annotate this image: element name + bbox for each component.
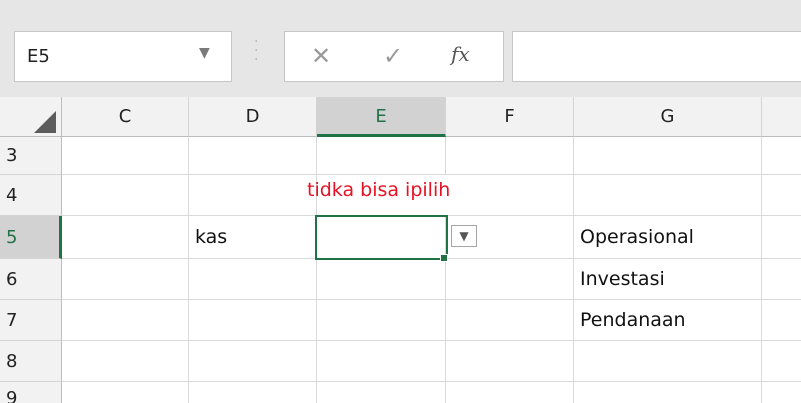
column-header-c[interactable]: C [62, 97, 189, 137]
cell-h7[interactable] [762, 300, 801, 341]
cell-g3[interactable] [574, 137, 762, 175]
cell-g6-text: Investasi [580, 268, 665, 290]
cell-e9[interactable] [317, 382, 446, 403]
column-header-e[interactable]: E [317, 97, 446, 137]
cell-d9[interactable] [189, 382, 317, 403]
cell-c9[interactable] [62, 382, 189, 403]
cell-d6[interactable] [189, 259, 317, 300]
select-all-icon [34, 111, 56, 133]
cell-h3[interactable] [762, 137, 801, 175]
cell-f6[interactable] [446, 259, 574, 300]
cell-g4[interactable] [574, 175, 762, 216]
formula-input[interactable] [512, 31, 801, 82]
cell-c6[interactable] [62, 259, 189, 300]
row-header-5[interactable]: 5 [0, 216, 62, 259]
row-header-6[interactable]: 6 [0, 259, 62, 300]
cell-c8[interactable] [62, 341, 189, 382]
cell-g7-text: Pendanaan [580, 309, 686, 331]
row-header-8[interactable]: 8 [0, 341, 62, 382]
cell-e3[interactable] [317, 137, 446, 175]
cell-c3[interactable] [62, 137, 189, 175]
cell-g5-text: Operasional [580, 226, 694, 248]
cell-h8[interactable] [762, 341, 801, 382]
caret-down-icon: ▼ [459, 229, 469, 243]
name-box-value: E5 [27, 46, 50, 67]
row-header-7[interactable]: 7 [0, 300, 62, 341]
cell-f9[interactable] [446, 382, 574, 403]
cell-e6[interactable] [317, 259, 446, 300]
cell-g6[interactable]: Investasi [574, 259, 762, 300]
formula-function-buttons: ✕ ✓ fx [284, 31, 504, 82]
row-header-4[interactable]: 4 [0, 175, 62, 216]
cell-g7[interactable]: Pendanaan [574, 300, 762, 341]
column-header-f[interactable]: F [446, 97, 574, 137]
column-header-g[interactable]: G [574, 97, 762, 137]
row-header-9[interactable]: 9 [0, 382, 62, 403]
cell-c7[interactable] [62, 300, 189, 341]
cell-c5[interactable] [62, 216, 189, 259]
cell-f8[interactable] [446, 341, 574, 382]
cell-h6[interactable] [762, 259, 801, 300]
name-box[interactable]: E5 ▼ [14, 31, 232, 82]
cell-f4[interactable] [446, 175, 574, 216]
cell-f3[interactable] [446, 137, 574, 175]
active-cell-selection[interactable] [315, 215, 448, 260]
insert-function-icon[interactable]: fx [451, 42, 470, 66]
cell-f7[interactable] [446, 300, 574, 341]
cell-d5-text: kas [195, 226, 228, 248]
cell-d3[interactable] [189, 137, 317, 175]
checkmark-icon[interactable]: ✓ [383, 42, 403, 70]
cell-d5[interactable]: kas [189, 216, 317, 259]
cell-g8[interactable] [574, 341, 762, 382]
select-all-button[interactable] [0, 97, 62, 137]
column-header-h[interactable] [762, 97, 801, 137]
cell-g5[interactable]: Operasional [574, 216, 762, 259]
formula-bar-separator: · · · [254, 34, 259, 68]
cell-c4[interactable] [62, 175, 189, 216]
cell-d8[interactable] [189, 341, 317, 382]
cell-h4[interactable] [762, 175, 801, 216]
validation-dropdown-button[interactable]: ▼ [451, 225, 477, 247]
cell-h9[interactable] [762, 382, 801, 403]
close-icon[interactable]: ✕ [311, 42, 331, 70]
cell-d4[interactable] [189, 175, 317, 216]
row-header-3[interactable]: 3 [0, 137, 62, 175]
cell-h5[interactable] [762, 216, 801, 259]
cell-d7[interactable] [189, 300, 317, 341]
annotation-text: tidka bisa ipilih [307, 179, 451, 201]
cell-e8[interactable] [317, 341, 446, 382]
cell-e7[interactable] [317, 300, 446, 341]
column-header-d[interactable]: D [189, 97, 317, 137]
fill-handle[interactable] [440, 254, 448, 262]
caret-down-icon[interactable]: ▼ [199, 45, 210, 61]
cell-g9[interactable] [574, 382, 762, 403]
